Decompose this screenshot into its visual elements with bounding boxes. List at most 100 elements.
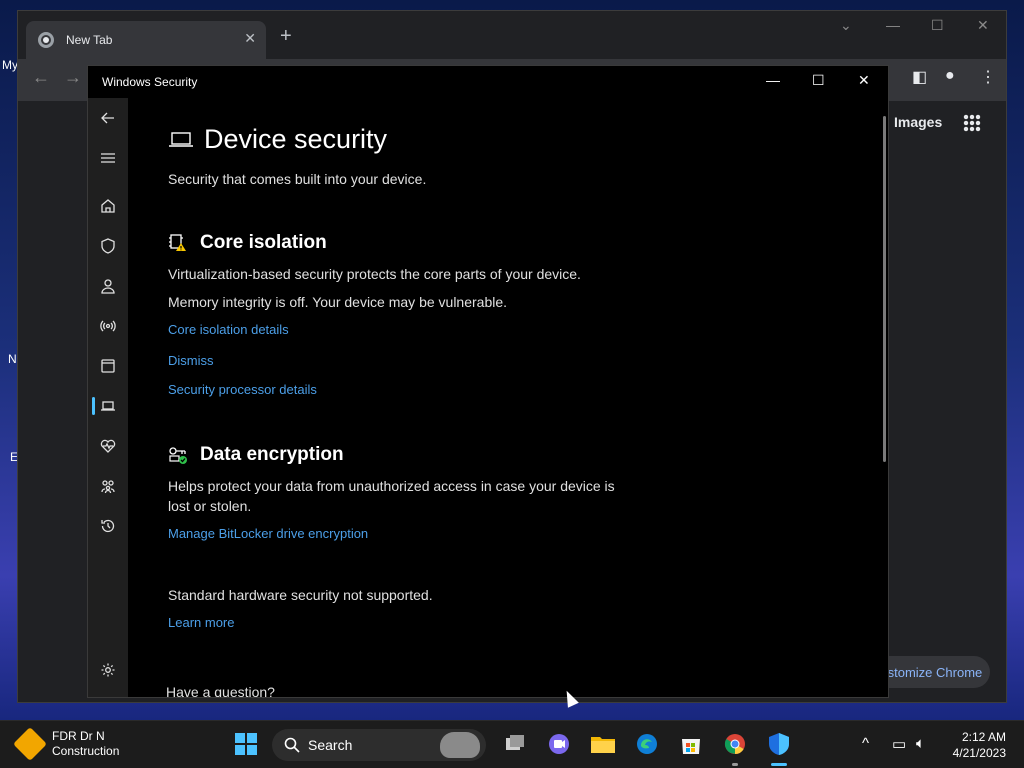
network-icon[interactable]: ▭ <box>892 735 906 753</box>
running-indicator <box>732 763 738 766</box>
core-isolation-heading: Core isolation <box>200 232 327 253</box>
chrome-menu-icon[interactable]: ⋮ <box>980 67 996 87</box>
manage-bitlocker-link[interactable]: Manage BitLocker drive encryption <box>168 526 368 541</box>
laptop-icon <box>169 131 193 147</box>
back-button[interactable] <box>88 103 128 133</box>
heart-pulse-icon <box>100 439 116 453</box>
gear-icon <box>101 663 115 677</box>
back-icon[interactable]: ← <box>32 67 50 88</box>
tab-title: New Tab <box>66 33 113 47</box>
hamburger-icon <box>101 153 115 163</box>
windows-logo-icon <box>235 733 257 755</box>
active-app-indicator <box>771 763 787 766</box>
data-encryption-description-line1: Helps protect your data from unauthorize… <box>168 478 615 494</box>
memory-integrity-status: Memory integrity is off. Your device may… <box>168 294 508 310</box>
images-link[interactable]: Images <box>894 114 942 130</box>
forward-icon[interactable]: → <box>64 67 82 88</box>
family-icon <box>101 480 115 494</box>
laptop-icon <box>101 401 115 411</box>
have-a-question-heading: Have a question? <box>166 684 275 698</box>
nav-app-browser-control[interactable] <box>88 351 128 381</box>
chrome-taskbar-button[interactable] <box>722 731 748 757</box>
chrome-logo-icon <box>38 32 54 48</box>
nav-device-security[interactable] <box>88 391 128 421</box>
clock[interactable]: 2:12 AM 4/21/2023 <box>946 729 1006 761</box>
person-icon <box>101 279 115 294</box>
search-icon <box>284 737 300 753</box>
teams-chat-icon <box>549 734 569 754</box>
taskbar: FDR Dr N Construction Search ^ ▭ 🔈︎ 2:12… <box>0 720 1024 768</box>
search-label: Search <box>308 737 353 753</box>
task-view-button[interactable] <box>502 731 528 757</box>
minimize-icon[interactable]: — <box>766 72 780 88</box>
title-bar: Windows Security — ☐ ✕ <box>88 66 888 98</box>
shield-icon <box>101 238 115 254</box>
show-hidden-icons-chevron-icon[interactable]: ^ <box>862 735 869 752</box>
teams-chat-button[interactable] <box>546 731 572 757</box>
taskbar-search[interactable]: Search <box>272 729 486 761</box>
folder-icon <box>591 737 615 753</box>
chrome-tabstrip: New Tab ✕ + ⌄ — ☐ ✕ <box>18 11 1006 59</box>
window-title: Windows Security <box>102 75 198 89</box>
nav-protection-history[interactable] <box>88 511 128 541</box>
nav-family-options[interactable] <box>88 471 128 501</box>
clock-date: 4/21/2023 <box>952 746 1006 760</box>
navigation-rail <box>88 98 128 697</box>
scrollbar[interactable] <box>883 116 886 462</box>
weather-line2: Construction <box>52 744 120 758</box>
close-icon[interactable]: ✕ <box>858 72 870 89</box>
google-apps-icon[interactable] <box>963 114 981 132</box>
start-button[interactable] <box>233 731 259 757</box>
hardware-security-status: Standard hardware security not supported… <box>168 587 433 603</box>
construction-sign-icon <box>13 727 47 761</box>
chrome-tab-new-tab[interactable]: New Tab ✕ <box>26 21 266 59</box>
tab-search-icon[interactable]: ⌄ <box>840 17 852 34</box>
security-processor-details-link[interactable]: Security processor details <box>168 382 317 397</box>
nav-settings[interactable] <box>88 655 128 685</box>
core-isolation-details-link[interactable]: Core isolation details <box>168 322 289 337</box>
chip-warning-icon <box>169 234 186 251</box>
edge-button[interactable] <box>634 731 660 757</box>
windows-security-window: Windows Security — ☐ ✕ Device security S… <box>87 65 889 698</box>
search-highlight-image <box>440 732 480 758</box>
data-encryption-header: Data encryption <box>168 444 344 466</box>
wireless-icon <box>100 320 116 332</box>
learn-more-link[interactable]: Learn more <box>168 615 234 630</box>
nav-device-performance[interactable] <box>88 431 128 461</box>
nav-home[interactable] <box>88 191 128 221</box>
chrome-maximize-icon[interactable]: ☐ <box>931 17 944 34</box>
nav-virus-protection[interactable] <box>88 231 128 261</box>
file-explorer-button[interactable] <box>590 731 616 757</box>
maximize-icon[interactable]: ☐ <box>812 72 825 89</box>
task-view-icon <box>506 735 524 750</box>
sidebar-icon[interactable]: ◧ <box>912 67 927 87</box>
weather-line1: FDR Dr N <box>52 729 105 743</box>
nav-account-protection[interactable] <box>88 271 128 301</box>
new-tab-button[interactable]: + <box>280 25 292 48</box>
edge-icon <box>637 734 657 754</box>
windows-security-taskbar-button[interactable] <box>766 731 792 757</box>
tab-close-icon[interactable]: ✕ <box>244 30 256 47</box>
dismiss-link[interactable]: Dismiss <box>168 353 214 368</box>
chrome-minimize-icon[interactable]: — <box>886 17 900 33</box>
core-isolation-header: Core isolation <box>168 232 327 254</box>
nav-firewall[interactable] <box>88 311 128 341</box>
desktop-label-fragment: N <box>8 352 17 366</box>
chrome-close-icon[interactable]: ✕ <box>977 17 989 34</box>
hamburger-menu-button[interactable] <box>88 143 128 173</box>
app-window-icon <box>101 359 115 373</box>
shield-icon <box>769 733 789 755</box>
back-arrow-icon <box>101 112 114 124</box>
key-check-icon <box>169 447 187 464</box>
page-header: Device security <box>168 124 387 155</box>
profile-icon[interactable]: ● <box>945 67 955 85</box>
data-encryption-heading: Data encryption <box>200 444 344 465</box>
desktop-label-fragment: My <box>2 58 18 72</box>
weather-widget[interactable]: FDR Dr N Construction <box>13 727 120 761</box>
volume-icon[interactable]: 🔈︎ <box>916 735 925 752</box>
history-icon <box>101 519 115 533</box>
clock-time: 2:12 AM <box>961 730 1006 744</box>
page-title: Device security <box>204 124 388 154</box>
page-subtitle: Security that comes built into your devi… <box>168 171 427 187</box>
microsoft-store-button[interactable] <box>678 731 704 757</box>
